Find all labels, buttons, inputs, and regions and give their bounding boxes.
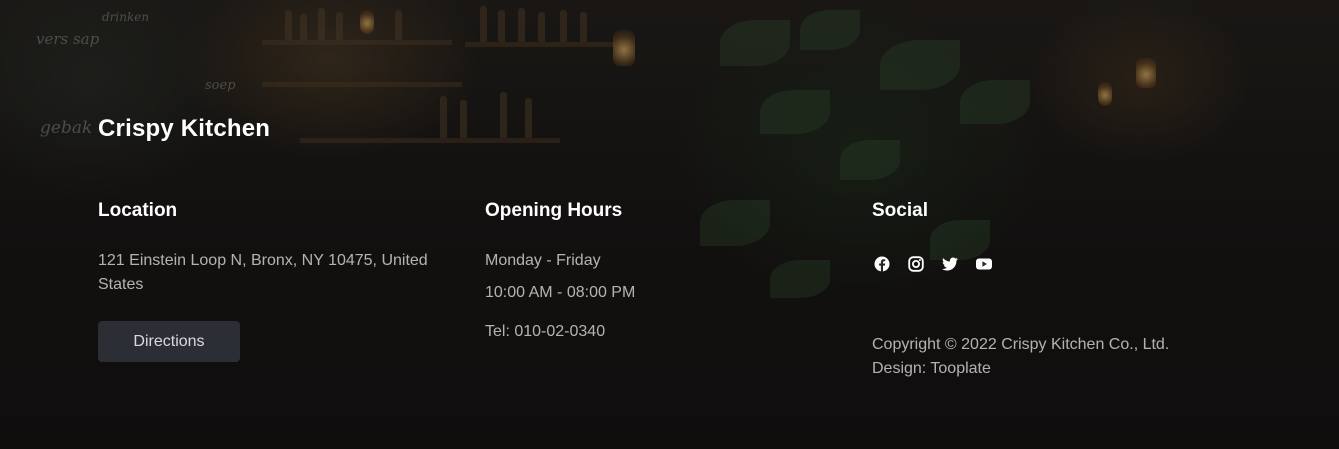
location-heading: Location xyxy=(98,200,178,221)
directions-button[interactable]: Directions xyxy=(98,321,240,362)
copyright-block: Copyright © 2022 Crispy Kitchen Co., Ltd… xyxy=(872,333,1212,381)
opening-days: Monday - Friday xyxy=(485,252,601,269)
instagram-icon[interactable] xyxy=(906,254,926,274)
footer-content: Crispy Kitchen Location 121 Einstein Loo… xyxy=(0,0,1339,449)
design-credit-text: Design: Tooplate xyxy=(872,360,991,377)
address-text: 121 Einstein Loop N, Bronx, NY 10475, Un… xyxy=(98,252,428,293)
social-section: Social Copyright © 2022 Crispy Kitchen C… xyxy=(872,200,1212,377)
telephone-text: Tel: 010-02-0340 xyxy=(485,323,606,340)
social-heading: Social xyxy=(872,200,928,221)
youtube-icon[interactable] xyxy=(974,254,994,274)
brand-title: Crispy Kitchen xyxy=(98,115,271,142)
twitter-icon[interactable] xyxy=(940,254,960,274)
location-section: Location 121 Einstein Loop N, Bronx, NY … xyxy=(98,200,458,362)
opening-hours-section: Opening Hours Monday - Friday 10:00 AM -… xyxy=(485,200,815,344)
social-icons xyxy=(872,254,1212,274)
design-credit: Design: Tooplate xyxy=(872,357,1212,381)
copyright-text: Copyright © 2022 Crispy Kitchen Co., Ltd… xyxy=(872,336,1170,353)
site-footer: drinken vers sap soep gebak Crispy Kitch… xyxy=(0,0,1339,449)
opening-time: 10:00 AM - 08:00 PM xyxy=(485,284,636,301)
facebook-icon[interactable] xyxy=(872,254,892,274)
opening-hours-heading: Opening Hours xyxy=(485,200,623,221)
